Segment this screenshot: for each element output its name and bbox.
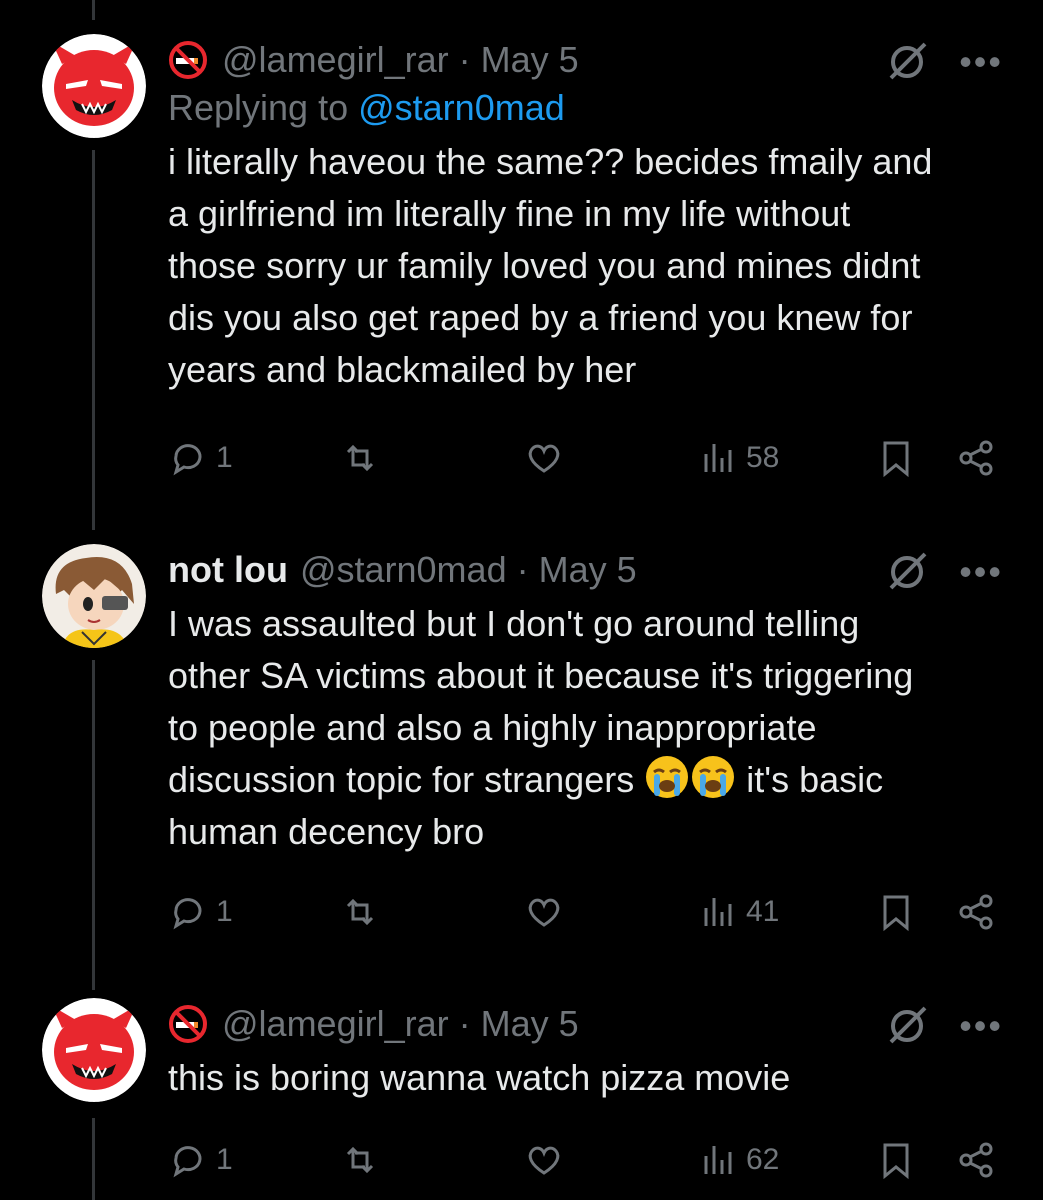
heart-icon	[528, 898, 560, 927]
share-icon	[959, 1142, 993, 1178]
repost-icon	[346, 1146, 374, 1174]
no-smoking-icon	[169, 1005, 207, 1043]
bookmark-button[interactable]	[876, 1140, 916, 1180]
views-count: 58	[746, 441, 780, 474]
tweet-actions: 1 62	[168, 1140, 1003, 1188]
tweet-header: @lamegirl_rar · May 5	[168, 1000, 1003, 1048]
views-button[interactable]: 58	[698, 438, 779, 478]
tweet-date[interactable]: May 5	[539, 549, 637, 591]
views-count: 41	[746, 895, 780, 928]
tweet-text: this is boring wanna watch pizza movie	[168, 1052, 1003, 1104]
heart-icon	[528, 1146, 560, 1175]
like-button[interactable]	[524, 438, 564, 478]
tweet-date[interactable]: May 5	[481, 1003, 579, 1045]
tweet-text-line: I was assaulted but I don't go around te…	[168, 603, 860, 644]
red-devil-avatar-icon	[42, 34, 146, 138]
tweet[interactable]: @lamegirl_rar · May 5 ••• this is boring…	[0, 990, 1043, 1200]
tweet-text-line: dis you also get raped by a friend you k…	[168, 297, 913, 338]
reply-icon	[173, 1146, 202, 1178]
repost-button[interactable]	[340, 892, 380, 932]
reply-button[interactable]: 1	[168, 892, 233, 932]
tweet-text-line: human decency bro	[168, 811, 485, 852]
heart-icon	[528, 444, 560, 473]
red-devil-avatar-icon	[42, 998, 146, 1102]
repost-button[interactable]	[340, 438, 380, 478]
more-options-button[interactable]: •••	[959, 44, 1003, 80]
reply-button[interactable]: 1	[168, 1140, 233, 1180]
tweet-text-fragment: discussion topic for strangers	[168, 759, 635, 800]
tweet-text-line: i literally haveou the same?? becides fm…	[168, 141, 933, 182]
tweet-actions: 1 58	[168, 438, 1003, 486]
bookmark-button[interactable]	[876, 892, 916, 932]
mention-link[interactable]: @starn0mad	[358, 87, 565, 128]
separator-dot: ·	[458, 1003, 471, 1044]
reply-count: 1	[216, 895, 233, 928]
views-icon	[704, 898, 732, 926]
avatar[interactable]	[42, 544, 146, 648]
avatar[interactable]	[42, 34, 146, 138]
more-options-button[interactable]: •••	[959, 554, 1003, 590]
tweet-text-line: to people and also a highly inappropriat…	[168, 707, 817, 748]
separator-dot: ·	[458, 39, 471, 80]
like-button[interactable]	[524, 1140, 564, 1180]
reply-icon	[173, 444, 202, 476]
grok-icon[interactable]	[885, 550, 929, 594]
tweet-text-line: years and blackmailed by her	[168, 349, 637, 390]
repost-icon	[346, 898, 374, 926]
share-button[interactable]	[956, 892, 996, 932]
tweet-text-line: other SA victims about it because it's t…	[168, 655, 914, 696]
tweet-text-line: this is boring wanna watch pizza movie	[168, 1057, 791, 1098]
like-button[interactable]	[524, 892, 564, 932]
loudly-crying-face-icon	[692, 756, 735, 798]
tweet-text: I was assaulted but I don't go around te…	[168, 598, 1003, 858]
loudly-crying-face-icon	[646, 756, 689, 798]
display-name[interactable]: not lou	[168, 549, 288, 591]
views-button[interactable]: 62	[698, 1140, 779, 1180]
more-options-button[interactable]: •••	[959, 1008, 1003, 1044]
reply-icon	[173, 898, 202, 930]
views-icon	[704, 444, 732, 472]
user-handle[interactable]: @starn0mad	[300, 549, 507, 591]
tweet-text-line: those sorry ur family loved you and mine…	[168, 245, 921, 286]
tweet-text-line-with-emoji: discussion topic for strangers it's basi…	[168, 754, 1003, 806]
tweet-date[interactable]: May 5	[481, 39, 579, 81]
tweet-header: @lamegirl_rar · May 5	[168, 36, 1003, 84]
repost-icon	[346, 444, 374, 472]
views-count: 62	[746, 1143, 780, 1176]
bookmark-icon	[883, 441, 909, 478]
replying-to: Replying to @starn0mad	[168, 84, 1003, 132]
tweet[interactable]: @lamegirl_rar · May 5 ••• Replying to @s…	[0, 0, 1043, 520]
views-icon	[704, 1146, 732, 1174]
user-handle[interactable]: @lamegirl_rar	[222, 39, 449, 81]
reply-count: 1	[216, 441, 233, 474]
share-button[interactable]	[956, 1140, 996, 1180]
anime-character-avatar-icon	[42, 544, 146, 648]
reply-count: 1	[216, 1143, 233, 1176]
tweet-actions: 1 41	[168, 892, 1003, 940]
bookmark-icon	[883, 895, 909, 932]
no-smoking-icon	[169, 41, 207, 79]
replying-to-label: Replying to	[168, 87, 359, 128]
repost-button[interactable]	[340, 1140, 380, 1180]
user-handle[interactable]: @lamegirl_rar	[222, 1003, 449, 1045]
tweet-text: i literally haveou the same?? becides fm…	[168, 136, 1003, 396]
share-icon	[959, 440, 993, 476]
avatar[interactable]	[42, 998, 146, 1102]
share-button[interactable]	[956, 438, 996, 478]
separator-dot: ·	[516, 549, 529, 590]
grok-icon[interactable]	[885, 40, 929, 84]
bookmark-icon	[883, 1143, 909, 1180]
tweet-text-line: a girlfriend im literally fine in my lif…	[168, 193, 851, 234]
tweet-header: not lou @starn0mad · May 5	[168, 546, 1003, 594]
tweet-text-fragment: it's basic	[736, 759, 884, 800]
reply-button[interactable]: 1	[168, 438, 233, 478]
views-button[interactable]: 41	[698, 892, 779, 932]
bookmark-button[interactable]	[876, 438, 916, 478]
tweet[interactable]: not lou @starn0mad · May 5 ••• I was ass…	[0, 530, 1043, 990]
share-icon	[959, 894, 993, 930]
grok-icon[interactable]	[885, 1004, 929, 1048]
